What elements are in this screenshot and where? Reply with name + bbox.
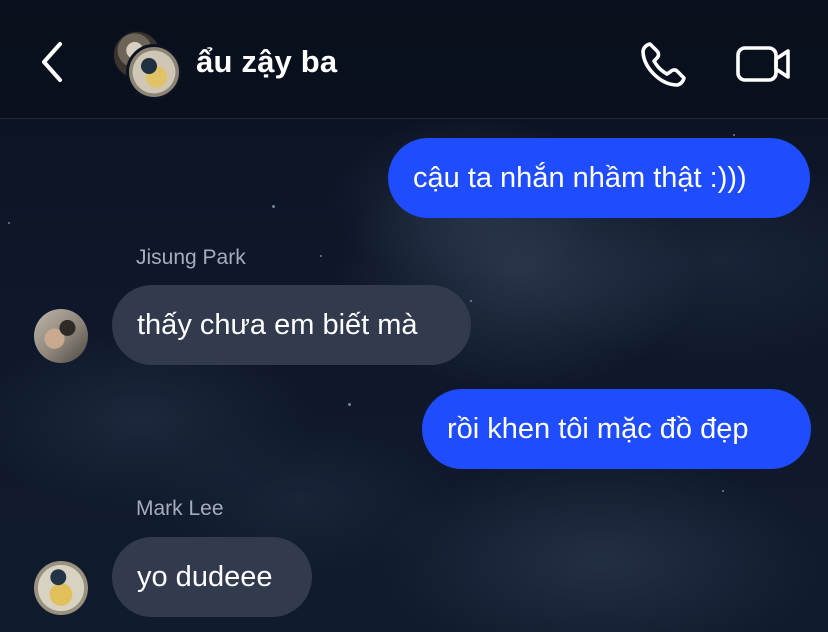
sender-avatar[interactable] (34, 561, 88, 615)
incoming-message-bubble[interactable]: thấy chưa em biết mà (112, 285, 471, 365)
background-star (470, 300, 472, 302)
group-avatar[interactable] (110, 30, 182, 100)
member-avatar (126, 44, 182, 100)
video-camera-icon (736, 46, 790, 82)
back-button[interactable] (30, 38, 78, 86)
phone-icon (641, 42, 686, 87)
chat-screen: ẩu zậy ba cậu ta nhắn nhầm thật :))) Jis… (0, 0, 828, 632)
outgoing-message-bubble[interactable]: rồi khen tôi mặc đồ đẹp (422, 389, 811, 469)
outgoing-message-bubble[interactable]: cậu ta nhắn nhầm thật :))) (388, 138, 810, 218)
background-star (733, 134, 735, 136)
background-star (272, 205, 275, 208)
background-star (320, 255, 322, 257)
chat-title[interactable]: ẩu zậy ba (196, 44, 337, 80)
background-star (722, 490, 724, 492)
chat-header: ẩu zậy ba (0, 0, 828, 119)
sender-name: Mark Lee (136, 497, 224, 520)
voice-call-button[interactable] (636, 36, 692, 92)
background-star (348, 403, 351, 406)
chevron-left-icon (42, 42, 62, 82)
incoming-message-bubble[interactable]: yo dudeee (112, 537, 312, 617)
sender-name: Jisung Park (136, 246, 246, 269)
sender-avatar[interactable] (34, 309, 88, 363)
video-call-button[interactable] (732, 36, 794, 92)
background-star (8, 222, 10, 224)
